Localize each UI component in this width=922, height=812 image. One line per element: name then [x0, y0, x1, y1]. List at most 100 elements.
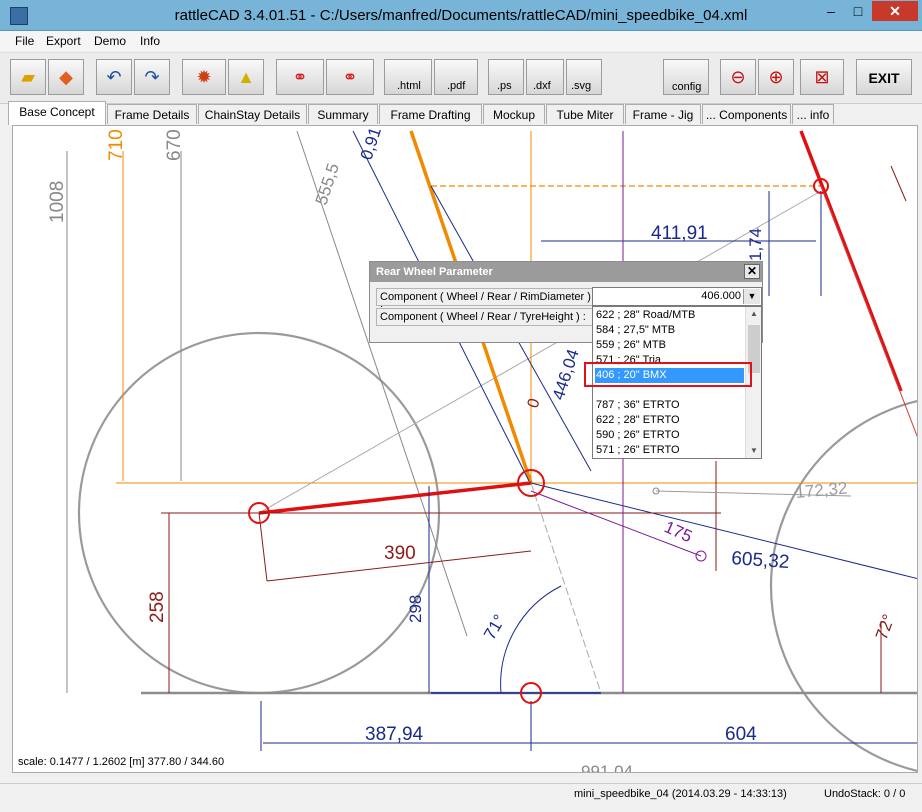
exit-button[interactable]: EXIT [856, 59, 912, 95]
export-html-button[interactable]: .html [384, 59, 432, 95]
dropdown-option[interactable]: 622 ; 28" ETRTO [595, 413, 744, 428]
chainstay [258, 481, 532, 515]
front-wheel [769, 400, 917, 772]
navy-horizontal-dim [530, 482, 917, 580]
selection-highlight-box [584, 362, 752, 387]
dim-41191: 411,91 [651, 223, 708, 244]
dropdown-option[interactable]: 622 ; 28" Road/MTB [595, 308, 744, 323]
dim-72deg: 72° [872, 612, 899, 643]
export-ps-button[interactable]: .ps [488, 59, 524, 95]
bike-icon: ⚭ [292, 67, 308, 87]
zoom-in-icon: ⊕ [768, 67, 784, 87]
dropdown-option[interactable]: 559 ; 26" MTB [595, 338, 744, 353]
dialog-title-bar[interactable]: Rear Wheel Parameter ✕ [370, 262, 762, 282]
clear-button[interactable]: ▲ [228, 59, 264, 95]
bike-geometry-drawing: 710 670 1008 555,5 0,91 411,91 1,74 446,… [47, 126, 917, 773]
status-undo: UndoStack: 0 / 0 [824, 788, 906, 800]
export-pdf-button[interactable]: .pdf [434, 59, 478, 95]
config-button[interactable]: config [663, 59, 709, 95]
dropdown-option[interactable]: 584 ; 27,5" MTB [595, 323, 744, 338]
tab-frame-jig[interactable]: Frame - Jig [625, 104, 701, 124]
tab-tube-miter[interactable]: Tube Miter [546, 104, 624, 124]
zoom-fit-button[interactable]: ⊠ [800, 59, 844, 95]
maximize-button[interactable]: □ [845, 1, 871, 21]
menu-info[interactable]: Info [140, 34, 160, 48]
rim-diameter-value: 406.000 [701, 290, 741, 302]
close-window-button[interactable]: ✕ [872, 1, 918, 21]
tab-bar: Base Concept Frame Details ChainStay Det… [8, 101, 918, 125]
dim-670: 670 [164, 129, 185, 161]
dim-298: 298 [406, 595, 425, 623]
save-button[interactable]: ◆ [48, 59, 84, 95]
head-tube [799, 130, 903, 392]
dim-174: 1,74 [746, 228, 765, 261]
dropdown-option[interactable]: 787 ; 36" ETRTO [595, 398, 744, 413]
rim-diameter-label: Component ( Wheel / Rear / RimDiameter )… [376, 288, 594, 315]
dim-258: 258 [147, 591, 168, 623]
menu-file[interactable]: File [15, 34, 34, 48]
dim-1008: 1008 [47, 181, 68, 223]
menu-bar: File Export Demo Info [0, 31, 922, 51]
dialog-title: Rear Wheel Parameter [376, 266, 493, 278]
tab-components[interactable]: ... Components [702, 104, 791, 124]
dim-604: 604 [725, 724, 757, 745]
dim-091: 0,91 [357, 126, 385, 162]
tab-frame-drafting[interactable]: Frame Drafting [379, 104, 482, 124]
tab-info[interactable]: ... info [792, 104, 834, 124]
bike-gear-icon: ✹ [196, 67, 212, 87]
bike-red-button[interactable]: ⚭ [276, 59, 324, 95]
redo-icon: ↷ [144, 67, 160, 87]
open-folder-button[interactable]: ▰ [10, 59, 46, 95]
folder-icon: ▰ [21, 67, 35, 87]
head-dim-tick [890, 165, 907, 202]
dim-17232: 172,32 [795, 479, 848, 502]
zoom-in-button[interactable]: ⊕ [758, 59, 794, 95]
rim-diameter-combobox[interactable]: 406.000 ▼ [592, 287, 762, 306]
bike-red-alt-button[interactable]: ⚭ [326, 59, 374, 95]
gray-diagonal-line [296, 130, 468, 637]
dim-71deg: 71° [480, 611, 509, 643]
scale-readout: scale: 0.1477 / 1.2602 [m] 377.80 / 344.… [18, 756, 225, 768]
dim-710: 710 [106, 129, 127, 161]
undo-button[interactable]: ↶ [96, 59, 132, 95]
bike-alt-icon: ⚭ [342, 67, 358, 87]
dialog-close-button[interactable]: ✕ [744, 264, 760, 279]
drawing-canvas[interactable]: 710 670 1008 555,5 0,91 411,91 1,74 446,… [12, 125, 918, 773]
minimize-button[interactable]: – [818, 1, 844, 21]
dropdown-option[interactable]: 571 ; 26" ETRTO [595, 443, 744, 458]
scroll-up-icon[interactable]: ▲ [746, 307, 761, 321]
menu-demo[interactable]: Demo [94, 34, 126, 48]
dim-390: 390 [384, 543, 416, 564]
tab-mockup[interactable]: Mockup [483, 104, 545, 124]
dim-555: 555,5 [312, 161, 343, 207]
window-title: rattleCAD 3.4.01.51 - C:/Users/manfred/D… [174, 7, 748, 24]
zoom-out-button[interactable]: ⊖ [720, 59, 756, 95]
redo-button[interactable]: ↷ [134, 59, 170, 95]
undo-icon: ↶ [106, 67, 122, 87]
menu-export[interactable]: Export [46, 34, 81, 48]
status-file: mini_speedbike_04 (2014.03.29 - 14:33:13… [574, 788, 787, 800]
export-dxf-button[interactable]: .dxf [526, 59, 564, 95]
bike-render-button[interactable]: ✹ [182, 59, 226, 95]
zoom-out-icon: ⊖ [730, 67, 746, 87]
chevron-down-icon[interactable]: ▼ [743, 289, 760, 304]
scroll-down-icon[interactable]: ▼ [746, 444, 761, 458]
dim-0: 0 [525, 396, 544, 410]
save-icon: ◆ [59, 67, 73, 87]
toolbar: ▰ ◆ ↶ ↷ ✹ ▲ ⚭ ⚭ .html .pdf .ps .dxf .svg… [0, 52, 922, 104]
tab-summary[interactable]: Summary [308, 104, 378, 124]
dim-44604: 446,04 [549, 347, 583, 402]
tyre-height-label: Component ( Wheel / Rear / TyreHeight ) … [376, 308, 594, 326]
export-svg-button[interactable]: .svg [566, 59, 602, 95]
tab-chainstay-details[interactable]: ChainStay Details [198, 104, 307, 124]
status-bar: mini_speedbike_04 (2014.03.29 - 14:33:13… [0, 783, 922, 806]
fork-line [820, 185, 917, 438]
angle-arc [500, 585, 562, 694]
dropdown-option[interactable]: 590 ; 26" ETRTO [595, 428, 744, 443]
dim-38794: 387,94 [365, 724, 424, 745]
tab-base-concept[interactable]: Base Concept [8, 101, 106, 125]
dim-60532: 605,32 [731, 548, 790, 573]
dim-bottom: 991,04 [581, 762, 633, 773]
eraser-icon: ▲ [237, 67, 255, 87]
tab-frame-details[interactable]: Frame Details [107, 104, 197, 124]
